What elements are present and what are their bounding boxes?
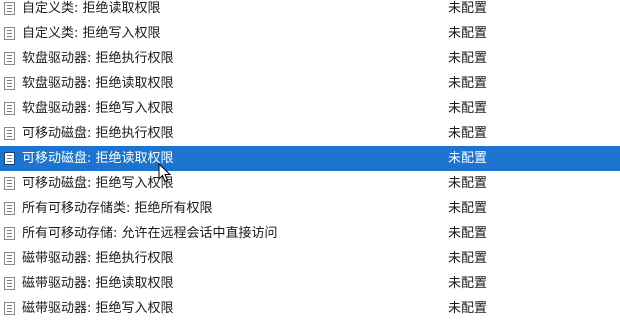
policy-name: 所有可移动存储类: 拒绝所有权限 (22, 201, 213, 216)
policy-setting-icon (4, 102, 15, 115)
policy-name: 可移动磁盘: 拒绝写入权限 (22, 176, 174, 191)
policy-state: 未配置 (448, 251, 488, 266)
policy-state: 未配置 (448, 151, 488, 166)
policy-setting-icon (4, 227, 15, 240)
policy-row-removable-deny-write[interactable]: 可移动磁盘: 拒绝写入权限 未配置 (0, 171, 620, 196)
policy-state: 未配置 (448, 101, 488, 116)
policy-state: 未配置 (448, 226, 488, 241)
policy-row-floppy-deny-read[interactable]: 软盘驱动器: 拒绝读取权限 未配置 (0, 71, 620, 96)
policy-name: 软盘驱动器: 拒绝写入权限 (22, 101, 174, 116)
policy-row-tape-deny-execute[interactable]: 磁带驱动器: 拒绝执行权限 未配置 (0, 246, 620, 271)
policy-row-floppy-deny-write[interactable]: 软盘驱动器: 拒绝写入权限 未配置 (0, 96, 620, 121)
policy-row-all-removable-remote-access[interactable]: 所有可移动存储: 允许在远程会话中直接访问 未配置 (0, 221, 620, 246)
policy-state: 未配置 (448, 76, 488, 91)
policy-state: 未配置 (448, 276, 488, 291)
policy-state: 未配置 (448, 176, 488, 191)
policy-name: 软盘驱动器: 拒绝执行权限 (22, 51, 174, 66)
policy-row-all-removable-deny-all[interactable]: 所有可移动存储类: 拒绝所有权限 未配置 (0, 196, 620, 221)
policy-state: 未配置 (448, 26, 488, 41)
policy-name: 自定义类: 拒绝写入权限 (22, 26, 161, 41)
policy-row-removable-deny-read[interactable]: 可移动磁盘: 拒绝读取权限 未配置 (0, 146, 620, 171)
policy-row-custom-deny-read[interactable]: 自定义类: 拒绝读取权限 未配置 (0, 0, 620, 21)
mouse-cursor-icon (158, 163, 172, 183)
policy-name: 磁带驱动器: 拒绝执行权限 (22, 251, 174, 266)
policy-state: 未配置 (448, 301, 488, 316)
policy-name: 磁带驱动器: 拒绝读取权限 (22, 276, 174, 291)
policy-setting-icon (4, 127, 15, 140)
policy-setting-icon (4, 202, 15, 215)
policy-setting-icon (4, 27, 15, 40)
policy-setting-icon (4, 2, 15, 15)
policy-name: 软盘驱动器: 拒绝读取权限 (22, 76, 174, 91)
policy-state: 未配置 (448, 126, 488, 141)
policy-setting-icon (4, 252, 15, 265)
policy-state: 未配置 (448, 201, 488, 216)
policy-name: 自定义类: 拒绝读取权限 (22, 1, 161, 16)
policy-name: 可移动磁盘: 拒绝执行权限 (22, 126, 174, 141)
policy-setting-icon (4, 152, 15, 165)
policy-setting-icon (4, 277, 15, 290)
policy-name: 所有可移动存储: 允许在远程会话中直接访问 (22, 226, 278, 241)
policy-state: 未配置 (448, 1, 488, 16)
policy-setting-icon (4, 77, 15, 90)
policy-name: 磁带驱动器: 拒绝写入权限 (22, 301, 174, 316)
policy-setting-icon (4, 52, 15, 65)
policy-row-floppy-deny-execute[interactable]: 软盘驱动器: 拒绝执行权限 未配置 (0, 46, 620, 71)
policy-setting-icon (4, 177, 15, 190)
policy-row-removable-deny-execute[interactable]: 可移动磁盘: 拒绝执行权限 未配置 (0, 121, 620, 146)
policy-settings-list: 自定义类: 拒绝读取权限 未配置 自定义类: 拒绝写入权限 未配置 软盘驱动器:… (0, 0, 620, 321)
policy-row-tape-deny-read[interactable]: 磁带驱动器: 拒绝读取权限 未配置 (0, 271, 620, 296)
policy-row-custom-deny-write[interactable]: 自定义类: 拒绝写入权限 未配置 (0, 21, 620, 46)
policy-name: 可移动磁盘: 拒绝读取权限 (22, 151, 174, 166)
policy-row-tape-deny-write[interactable]: 磁带驱动器: 拒绝写入权限 未配置 (0, 296, 620, 321)
policy-state: 未配置 (448, 51, 488, 66)
policy-setting-icon (4, 302, 15, 315)
